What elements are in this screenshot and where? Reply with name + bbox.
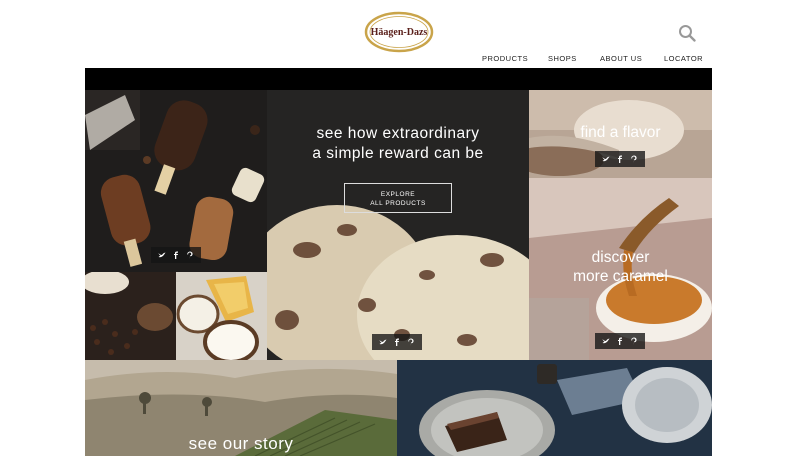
- caramel-title-line1: discover: [591, 249, 650, 266]
- twitter-icon[interactable]: [158, 251, 166, 259]
- tile-dessert[interactable]: [397, 360, 712, 456]
- search-icon[interactable]: [678, 24, 696, 42]
- tile-coffee[interactable]: [85, 272, 176, 360]
- ice-cream-bars-image: [85, 90, 267, 272]
- share-bar-caramel: [595, 333, 645, 349]
- brand-text: Häagen-Dazs: [371, 27, 428, 38]
- flavor-title: find a flavor: [580, 124, 661, 141]
- hero-headline-line2: a simple reward can be: [312, 145, 484, 162]
- hero-headline-line1: see how extraordinary: [316, 125, 480, 142]
- facebook-icon[interactable]: [393, 338, 401, 346]
- dessert-image: [397, 360, 712, 456]
- twitter-icon[interactable]: [602, 155, 610, 163]
- story-title: see our story: [188, 434, 294, 453]
- facebook-icon[interactable]: [172, 251, 180, 259]
- hero-headline: see how extraordinary a simple reward ca…: [267, 124, 529, 164]
- pinterest-icon[interactable]: [630, 155, 638, 163]
- caramel-title: discover more caramel: [529, 248, 712, 286]
- facebook-icon[interactable]: [616, 155, 624, 163]
- twitter-icon[interactable]: [602, 337, 610, 345]
- coffee-image: [85, 272, 176, 360]
- tile-ice-cream-bars[interactable]: [85, 90, 267, 272]
- share-bar-hero: [372, 334, 422, 350]
- explore-button-line2: ALL PRODUCTS: [370, 200, 426, 207]
- twitter-icon[interactable]: [379, 338, 387, 346]
- share-bar-flavor: [595, 151, 645, 167]
- tile-find-flavor[interactable]: find a flavor: [529, 90, 712, 178]
- tile-caramel[interactable]: discover more caramel: [529, 178, 712, 360]
- facebook-icon[interactable]: [616, 337, 624, 345]
- haagen-dazs-logo[interactable]: Häagen-Dazs: [364, 10, 434, 54]
- pinterest-icon[interactable]: [630, 337, 638, 345]
- nav-locator[interactable]: LOCATOR: [664, 54, 703, 63]
- explore-button-line1: EXPLORE: [380, 191, 416, 198]
- main-nav: PRODUCTS SHOPS ABOUT US LOCATOR: [0, 54, 800, 66]
- top-banner-bar: [85, 68, 712, 90]
- caramel-title-line2: more caramel: [573, 268, 668, 285]
- tile-our-story[interactable]: see our story: [85, 360, 397, 456]
- tile-coconut[interactable]: [176, 272, 267, 360]
- pinterest-icon[interactable]: [186, 251, 194, 259]
- pinterest-icon[interactable]: [407, 338, 415, 346]
- explore-button[interactable]: EXPLORE ALL PRODUCTS: [344, 183, 452, 213]
- share-bar-bars: [151, 247, 201, 263]
- nav-products[interactable]: PRODUCTS: [482, 54, 528, 63]
- nav-about-us[interactable]: ABOUT US: [600, 54, 642, 63]
- tile-hero[interactable]: see how extraordinary a simple reward ca…: [267, 90, 529, 360]
- coconut-image: [176, 272, 267, 360]
- nav-shops[interactable]: SHOPS: [548, 54, 577, 63]
